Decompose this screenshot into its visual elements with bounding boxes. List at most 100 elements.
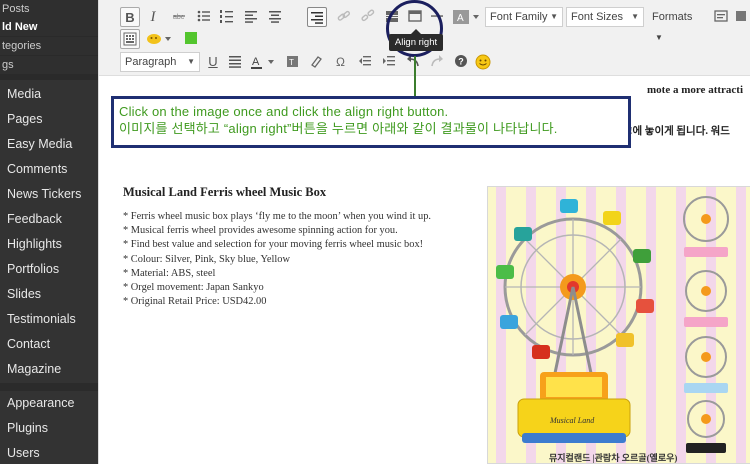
- content-partial-line: mote a more attracti: [647, 84, 743, 96]
- font-size-select[interactable]: Font Sizes ▼: [566, 7, 644, 27]
- align-right-icon: [311, 12, 323, 24]
- chevron-down-icon: ▼: [550, 12, 558, 21]
- image-caption: 뮤지컬랜드 |관람차 오르골(옐로우): [549, 453, 678, 463]
- help-button[interactable]: ?: [451, 52, 471, 72]
- chevron-down-icon: ▼: [187, 57, 195, 66]
- list-item: * Musical ferris wheel provides awesome …: [123, 225, 398, 237]
- italic-button[interactable]: I: [143, 7, 163, 27]
- chevron-down-icon: ▼: [631, 12, 639, 21]
- align-center-icon: [269, 11, 281, 23]
- toolbar-overflow-button[interactable]: [734, 7, 748, 27]
- font-family-select[interactable]: Font Family ▼: [485, 7, 563, 27]
- sidebar-item-contact[interactable]: Contact: [0, 332, 98, 357]
- emoticon-dropdown[interactable]: [146, 29, 174, 49]
- list-item: * Colour: Silver, Pink, Sky blue, Yellow: [123, 253, 291, 265]
- italic-icon: I: [150, 9, 156, 25]
- emoticon-icon: [147, 34, 171, 44]
- align-right-button[interactable]: [307, 7, 327, 27]
- sidebar-item-magazine[interactable]: Magazine: [0, 357, 98, 382]
- instruction-callout: Click on the image once and click the al…: [111, 96, 631, 148]
- underline-icon: U: [208, 54, 218, 69]
- sidebar-item-news-tickers[interactable]: News Tickers: [0, 182, 98, 207]
- sidebar-separator: [0, 383, 98, 391]
- formats-label: Formats: [652, 11, 693, 23]
- color-swatch-button[interactable]: [181, 29, 201, 49]
- list-item: * Ferris wheel music box plays ‘fly me t…: [123, 211, 432, 222]
- sidebar-item-plugins[interactable]: Plugins: [0, 416, 98, 441]
- submenu-posts[interactable]: Posts: [0, 0, 98, 18]
- kitchen-sink-icon: [123, 32, 137, 46]
- smiley-button[interactable]: [473, 52, 493, 72]
- special-char-icon: Ω: [336, 55, 345, 68]
- align-right-tooltip: Align right: [389, 29, 443, 51]
- link-button[interactable]: [334, 7, 354, 27]
- sidebar-item-highlights[interactable]: Highlights: [0, 232, 98, 257]
- sidebar-item-easy-media[interactable]: Easy Media: [0, 132, 98, 157]
- sidebar-item-portfolios[interactable]: Portfolios: [0, 257, 98, 282]
- link-icon: [337, 10, 351, 21]
- list-item: * Find best value and selection for your…: [123, 239, 424, 251]
- admin-sidebar: Posts ld New tegories gs Media Pages Eas…: [0, 0, 98, 464]
- font-size-label: Font Sizes: [571, 11, 623, 23]
- svg-text:abc: abc: [173, 14, 185, 21]
- bullet-list-button[interactable]: [194, 7, 214, 27]
- callout-line-korean: 이미지를 선택하고 “align right”버튼을 누르면 아래와 같이 결과…: [119, 121, 558, 136]
- submenu-tags[interactable]: gs: [0, 56, 98, 74]
- sidebar-item-slides[interactable]: Slides: [0, 282, 98, 307]
- clear-formatting-button[interactable]: [306, 52, 326, 72]
- text-color-button[interactable]: A: [249, 52, 279, 72]
- chevron-down-icon: ▼: [655, 33, 663, 42]
- paste-text-icon: T: [287, 56, 298, 67]
- list-item: * Material: ABS, steel: [123, 267, 216, 279]
- numbered-list-icon: [220, 10, 233, 23]
- numbered-list-button[interactable]: [217, 7, 237, 27]
- redo-icon: [431, 55, 443, 67]
- product-image[interactable]: Musical Land: [487, 186, 750, 464]
- formats-dropdown[interactable]: Formats ▼: [652, 7, 706, 42]
- paste-text-button[interactable]: T: [283, 52, 303, 72]
- underline-button[interactable]: U: [203, 52, 223, 72]
- list-item: * Original Retail Price: USD42.00: [123, 296, 267, 308]
- justify-button[interactable]: [225, 52, 245, 72]
- kitchen-sink-button[interactable]: [120, 29, 140, 49]
- strikethrough-icon: abc: [173, 14, 185, 21]
- svg-text:A: A: [252, 56, 260, 68]
- sidebar-item-comments[interactable]: Comments: [0, 157, 98, 182]
- svg-text:A: A: [457, 13, 464, 24]
- post-editor: B I abc A Font Family ▼ Font Sizes ▼ For…: [98, 0, 750, 464]
- svg-text:?: ?: [458, 57, 464, 67]
- image-logo-text: Musical Land: [549, 416, 595, 425]
- bullet-list-icon: [197, 10, 210, 22]
- unlink-icon: [361, 9, 375, 22]
- align-center-button[interactable]: [265, 7, 285, 27]
- overflow-icon: [736, 11, 746, 21]
- sidebar-item-users[interactable]: Users: [0, 441, 98, 464]
- redo-button[interactable]: [427, 52, 447, 72]
- align-left-icon: [245, 11, 257, 23]
- eraser-icon: [311, 56, 322, 68]
- product-feature-list: * Ferris wheel music box plays ‘fly me t…: [123, 210, 431, 309]
- strikethrough-button[interactable]: abc: [169, 7, 189, 27]
- background-color-button[interactable]: A: [451, 7, 481, 27]
- svg-text:T: T: [289, 58, 294, 67]
- outdent-button[interactable]: [355, 52, 375, 72]
- source-code-button[interactable]: [711, 7, 731, 27]
- align-left-button[interactable]: [241, 7, 261, 27]
- paragraph-format-select[interactable]: Paragraph ▼: [120, 52, 200, 72]
- font-family-label: Font Family: [490, 11, 548, 23]
- special-character-button[interactable]: Ω: [331, 52, 351, 72]
- sidebar-item-media[interactable]: Media: [0, 82, 98, 107]
- sidebar-item-appearance[interactable]: Appearance: [0, 391, 98, 416]
- sidebar-item-pages[interactable]: Pages: [0, 107, 98, 132]
- bold-button[interactable]: B: [120, 7, 140, 27]
- sidebar-item-testimonials[interactable]: Testimonials: [0, 307, 98, 332]
- product-title: Musical Land Ferris wheel Music Box: [123, 185, 327, 199]
- submenu-categories[interactable]: tegories: [0, 37, 98, 55]
- source-code-icon: [714, 10, 728, 22]
- sidebar-item-feedback[interactable]: Feedback: [0, 207, 98, 232]
- paragraph-label: Paragraph: [125, 56, 177, 68]
- indent-button[interactable]: [379, 52, 399, 72]
- submenu-add-new[interactable]: ld New: [0, 18, 98, 36]
- outdent-icon: [359, 56, 371, 66]
- unlink-button[interactable]: [358, 7, 378, 27]
